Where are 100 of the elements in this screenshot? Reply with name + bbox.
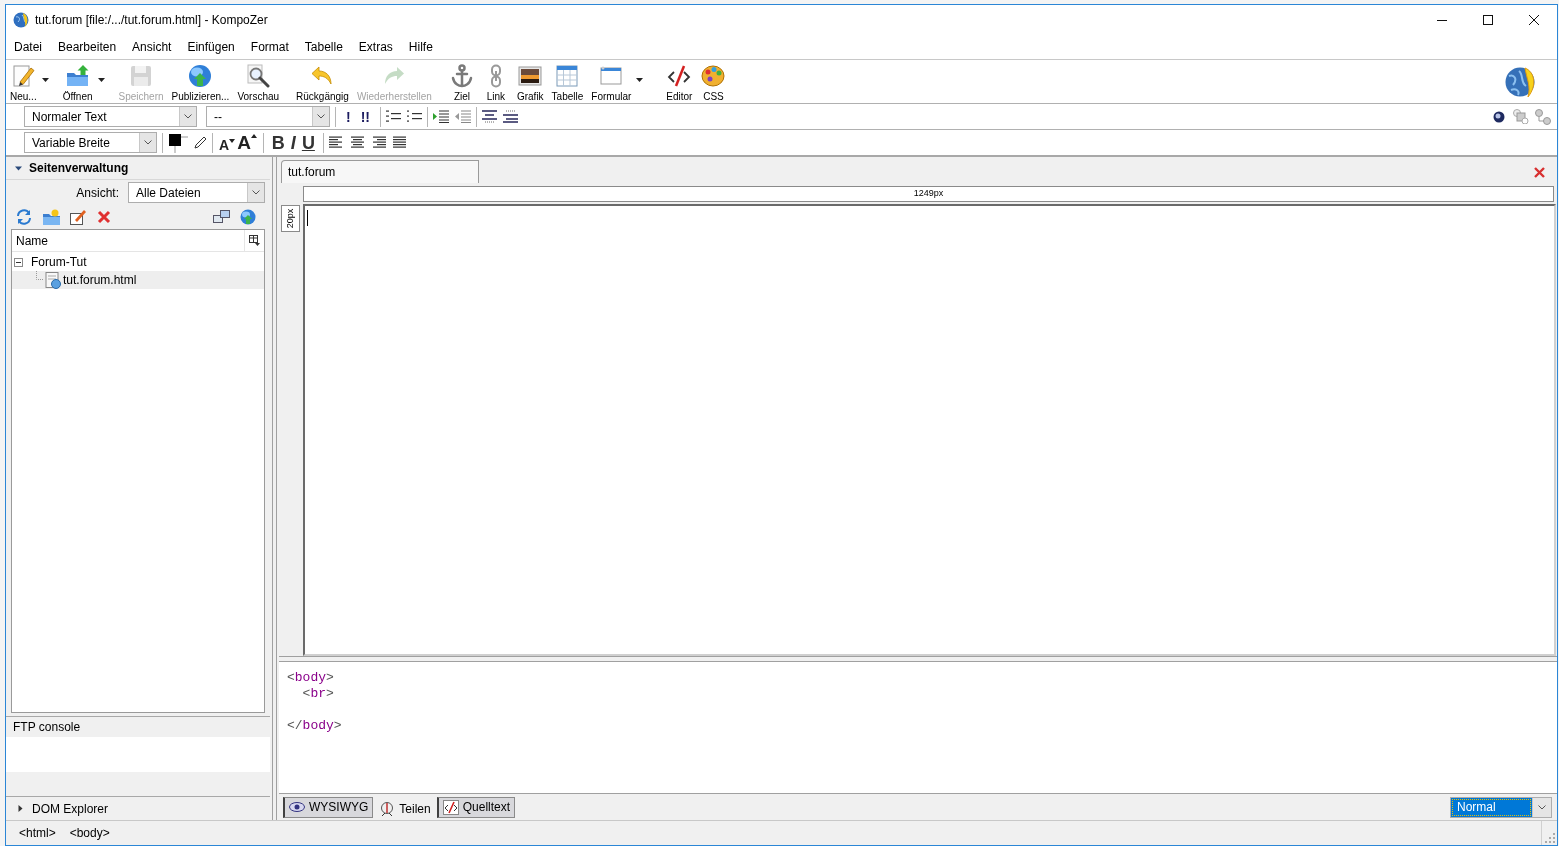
menu-item[interactable]: Tabelle bbox=[296, 38, 351, 56]
resize-grip-icon bbox=[1545, 833, 1555, 843]
align-left-icon[interactable] bbox=[328, 136, 344, 149]
toolbar-button[interactable]: Tabelle bbox=[549, 60, 586, 102]
align-center-icon[interactable] bbox=[349, 136, 365, 149]
maximize-icon bbox=[1483, 15, 1493, 25]
view-tab[interactable]: Quelltext bbox=[436, 796, 516, 818]
breadcrumb-item[interactable]: <html> bbox=[19, 824, 56, 842]
font-size-button[interactable]: A bbox=[218, 138, 237, 152]
paragraph-format-select[interactable]: Normaler Text bbox=[24, 106, 197, 127]
text-color-swatch-icon[interactable] bbox=[168, 132, 188, 153]
menu-item[interactable]: Hilfe bbox=[400, 38, 441, 56]
chevron-down-icon bbox=[1538, 804, 1546, 810]
triangle-right-icon bbox=[18, 805, 23, 812]
menu-item[interactable]: Ansicht bbox=[124, 38, 180, 56]
split-circle-icon bbox=[379, 801, 396, 817]
vertical-ruler: 20px bbox=[281, 205, 300, 232]
triangle-down-icon bbox=[15, 164, 22, 172]
code-icon bbox=[667, 64, 692, 88]
toolbar-button[interactable]: Rückgängig bbox=[294, 60, 351, 102]
edit-icon[interactable] bbox=[70, 209, 86, 225]
toolbar-button[interactable]: Editor bbox=[664, 60, 695, 102]
palette-icon bbox=[701, 64, 726, 88]
panel-header[interactable]: Seitenverwaltung bbox=[6, 157, 270, 180]
toolbar-button[interactable]: Ziel bbox=[446, 60, 477, 102]
menu-item[interactable]: Bearbeiten bbox=[50, 38, 125, 56]
minimize-icon bbox=[1437, 19, 1447, 21]
dropdown-caret-icon[interactable] bbox=[636, 78, 644, 82]
code-icon bbox=[442, 799, 459, 815]
font-size-select[interactable]: -- bbox=[206, 106, 330, 127]
eye-icon bbox=[289, 801, 305, 813]
column-picker-icon[interactable] bbox=[249, 235, 260, 246]
dropdown-caret-icon[interactable] bbox=[97, 78, 105, 82]
chevron-down-icon bbox=[184, 114, 192, 119]
window-title: tut.forum [file:/.../tut.forum.html] - KompoZer bbox=[35, 12, 268, 29]
overlapping-windows-icon[interactable] bbox=[213, 209, 230, 225]
collapse-box-icon[interactable] bbox=[14, 257, 23, 267]
pencil-icon[interactable] bbox=[194, 136, 207, 149]
tree-item[interactable]: tut.forum.html bbox=[12, 271, 264, 289]
source-code: <body> <br> </body> bbox=[287, 670, 342, 734]
picture-icon bbox=[518, 64, 543, 88]
panel-header: FTP console bbox=[12, 719, 82, 736]
chevron-down-icon bbox=[252, 190, 260, 195]
text-style-button[interactable]: I bbox=[287, 132, 299, 153]
dark-circle-icon[interactable] bbox=[1493, 110, 1505, 123]
menu-item[interactable]: Datei bbox=[6, 38, 50, 56]
toolbar-button[interactable]: Formular bbox=[589, 60, 634, 102]
globe-flame-icon bbox=[1505, 66, 1537, 98]
text-cursor bbox=[307, 210, 308, 226]
outdent-icon[interactable] bbox=[455, 110, 471, 123]
bullet-list-icon[interactable] bbox=[407, 110, 422, 123]
globe-flame-icon bbox=[13, 12, 29, 28]
field-label: Ansicht: bbox=[76, 184, 119, 202]
toolbar-button[interactable]: CSS bbox=[698, 60, 729, 102]
font-select[interactable]: Variable Breite bbox=[24, 132, 157, 153]
tree-line-icon bbox=[36, 271, 44, 280]
numbered-list-icon[interactable] bbox=[386, 110, 401, 123]
close-icon[interactable] bbox=[1534, 167, 1545, 178]
menu-item[interactable]: Einfügen bbox=[179, 38, 243, 56]
text-style-button[interactable]: B bbox=[268, 132, 288, 153]
align-right-icon[interactable] bbox=[370, 136, 386, 149]
file-icon bbox=[45, 271, 61, 289]
toolbar-button[interactable]: Öffnen bbox=[60, 60, 95, 102]
caret-up-icon bbox=[250, 134, 257, 138]
source-view[interactable]: <body> <br> </body> bbox=[279, 662, 1557, 793]
emphasis-button[interactable]: ! bbox=[341, 107, 356, 126]
toolbar-button[interactable]: Grafik bbox=[514, 60, 546, 102]
window-icon bbox=[599, 64, 624, 88]
text-style-button[interactable]: U bbox=[298, 132, 318, 153]
document-tab[interactable]: tut.forum bbox=[281, 160, 479, 183]
caret-down-icon bbox=[229, 139, 236, 143]
close-icon bbox=[1529, 15, 1539, 25]
view-select[interactable]: Alle Dateien bbox=[128, 182, 265, 203]
horizontal-lines-icon[interactable] bbox=[503, 110, 518, 123]
horizontal-lines-icon[interactable] bbox=[482, 110, 497, 123]
delete-icon[interactable] bbox=[97, 210, 111, 224]
page-pencil-icon bbox=[11, 64, 36, 88]
emphasis-button[interactable]: !! bbox=[355, 107, 375, 126]
column-header[interactable]: Name bbox=[12, 230, 245, 251]
chevron-down-icon bbox=[144, 140, 152, 145]
toolbar-button[interactable]: Vorschau bbox=[235, 60, 282, 102]
align-justify-icon[interactable] bbox=[391, 136, 407, 149]
folder-icon[interactable] bbox=[43, 209, 60, 225]
view-mode-select[interactable]: Normal bbox=[1450, 796, 1552, 818]
toolbar-button[interactable]: Link bbox=[480, 60, 511, 102]
font-size-button[interactable]: A bbox=[236, 133, 258, 152]
folder-arrow-icon bbox=[65, 64, 90, 88]
magnifier-icon bbox=[246, 64, 271, 88]
toolbar-button[interactable]: Publizieren... bbox=[169, 60, 232, 102]
menu-item[interactable]: Format bbox=[242, 38, 297, 56]
menu-item[interactable]: Extras bbox=[350, 38, 401, 56]
view-tab[interactable]: WYSIWYG bbox=[283, 796, 374, 818]
panel-header[interactable]: DOM Explorer bbox=[6, 797, 270, 820]
toolbar-button[interactable]: Neu... bbox=[8, 60, 39, 102]
refresh-icon[interactable] bbox=[16, 209, 32, 225]
table-icon bbox=[555, 64, 580, 88]
breadcrumb-item[interactable]: <body> bbox=[69, 824, 110, 842]
horizontal-ruler: 1249px bbox=[303, 185, 1554, 202]
dropdown-caret-icon[interactable] bbox=[41, 78, 49, 82]
indent-icon[interactable] bbox=[433, 110, 449, 123]
